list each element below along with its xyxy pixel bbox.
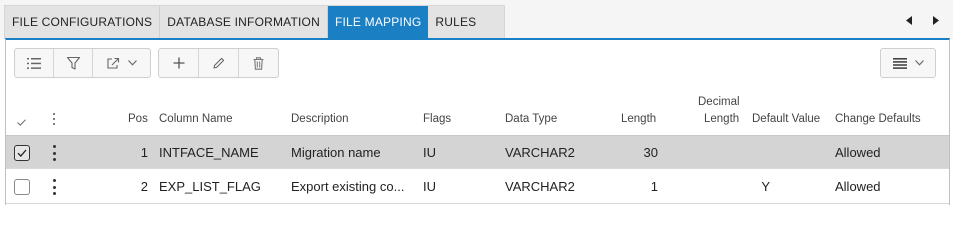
export-button[interactable] <box>93 49 150 77</box>
chevron-down-icon <box>914 60 924 66</box>
tab-scroll-right-icon[interactable] <box>928 12 942 28</box>
columns-menu-button[interactable] <box>881 49 935 77</box>
cell-decimal-length <box>686 136 741 170</box>
cell-data-type: VARCHAR2 <box>505 145 575 160</box>
select-all-check-icon[interactable] <box>17 115 26 129</box>
view-toolbar-group <box>14 48 151 78</box>
edit-icon <box>212 57 225 69</box>
cell-flags: IU <box>423 179 436 194</box>
cell-description: Migration name <box>291 145 381 160</box>
header-data-type[interactable]: Data Type <box>505 112 557 127</box>
header-length[interactable]: Length <box>621 112 656 127</box>
list-view-button[interactable] <box>15 49 54 77</box>
tab-scroll-left-icon[interactable] <box>902 12 916 28</box>
table-row[interactable]: 1 INTFACE_NAME Migration name IU VARCHAR… <box>6 135 949 169</box>
header-description[interactable]: Description <box>291 112 349 127</box>
header-decimal-length-line1[interactable]: Decimal <box>698 95 740 110</box>
row-actions-icon[interactable] <box>51 179 57 195</box>
columns-menu-group <box>880 48 936 78</box>
row-actions-icon[interactable] <box>51 145 57 161</box>
cell-change-defaults: Allowed <box>835 145 881 160</box>
add-icon <box>173 57 185 69</box>
cell-flags: IU <box>423 145 436 160</box>
filter-button[interactable] <box>54 49 93 77</box>
header-flags[interactable]: Flags <box>423 112 451 127</box>
header-column-name[interactable]: Column Name <box>159 112 233 127</box>
cell-default-value: Y <box>761 179 770 194</box>
cell-pos: 2 <box>140 179 148 194</box>
header-actions-icon[interactable] <box>52 113 56 125</box>
cell-default-value <box>752 136 822 170</box>
cell-column-name: EXP_LIST_FLAG <box>159 179 261 194</box>
header-default-value[interactable]: Default Value <box>752 112 820 127</box>
cell-change-defaults: Allowed <box>835 179 881 194</box>
row-select-checkbox[interactable] <box>14 145 30 161</box>
list-icon <box>27 57 41 69</box>
cell-pos: 1 <box>140 145 148 160</box>
edit-button[interactable] <box>199 49 239 77</box>
header-pos[interactable]: Pos <box>128 112 148 127</box>
cell-length: 30 <box>643 145 658 160</box>
tab-list: FILE CONFIGURATIONS DATABASE INFORMATION… <box>4 5 506 39</box>
filter-icon <box>66 56 80 70</box>
add-button[interactable] <box>159 49 199 77</box>
cell-data-type: VARCHAR2 <box>505 179 575 194</box>
tab-rules[interactable]: RULES <box>428 6 504 39</box>
columns-menu-icon <box>892 57 907 69</box>
tab-file-mapping[interactable]: FILE MAPPING <box>327 6 429 39</box>
file-mapping-panel: Pos Column Name Description Flags Data T… <box>5 38 950 205</box>
cell-length: 1 <box>650 179 658 194</box>
cell-decimal-length <box>686 170 741 204</box>
export-icon <box>106 57 120 69</box>
tab-bar: FILE CONFIGURATIONS DATABASE INFORMATION… <box>0 0 953 39</box>
tab-file-configurations[interactable]: FILE CONFIGURATIONS <box>5 6 161 39</box>
cell-column-name: INTFACE_NAME <box>159 145 259 160</box>
header-change-defaults[interactable]: Change Defaults <box>835 112 921 127</box>
header-decimal-length-line2[interactable]: Length <box>704 112 739 127</box>
row-select-checkbox[interactable] <box>14 179 30 195</box>
edit-toolbar-group <box>158 48 279 78</box>
tab-database-information[interactable]: DATABASE INFORMATION <box>160 6 328 39</box>
table-row[interactable]: 2 EXP_LIST_FLAG Export existing co... IU… <box>6 170 949 204</box>
delete-button[interactable] <box>239 49 278 77</box>
grid-header: Pos Column Name Description Flags Data T… <box>6 88 949 132</box>
chevron-down-icon <box>127 60 137 66</box>
delete-icon <box>253 56 264 70</box>
cell-description: Export existing co... <box>291 179 405 194</box>
